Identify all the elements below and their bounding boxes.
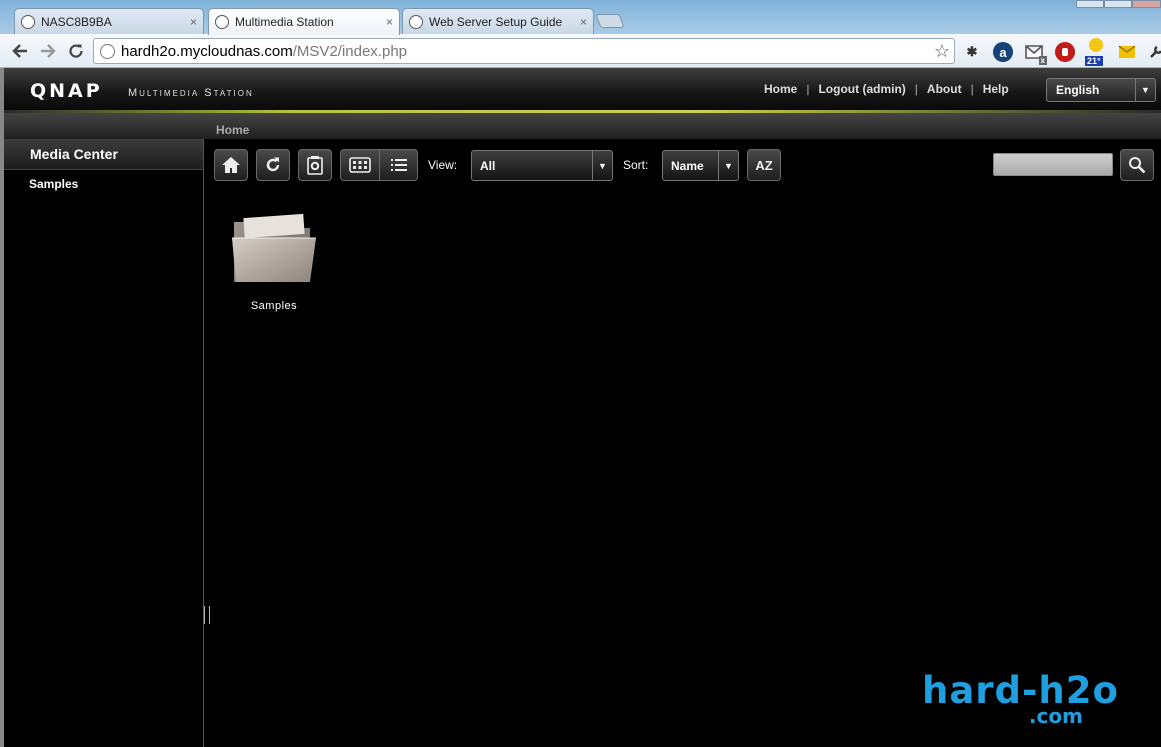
- tab-web-server-guide[interactable]: Web Server Setup Guide ×: [402, 8, 594, 34]
- globe-favicon-icon: [215, 15, 229, 29]
- nav-separator: |: [806, 82, 810, 96]
- minimize-button[interactable]: [1076, 0, 1104, 8]
- language-select[interactable]: English ▼: [1046, 78, 1156, 102]
- gear-document-icon: [307, 156, 323, 175]
- address-bar[interactable]: hardh2o.mycloudnas.com /MSV2/index.php ☆: [93, 38, 955, 64]
- sun-icon: [1089, 38, 1103, 52]
- home-icon: [222, 157, 240, 173]
- nav-separator: |: [970, 82, 974, 96]
- nav-separator: |: [914, 82, 918, 96]
- sort-label: Sort:: [623, 158, 649, 172]
- sidebar-resize-handle[interactable]: [204, 606, 210, 624]
- envelope-extension-icon[interactable]: [1117, 42, 1137, 62]
- sort-select-value: Name: [671, 158, 704, 173]
- tab-close-icon[interactable]: ×: [580, 15, 587, 29]
- back-arrow-icon[interactable]: [8, 39, 32, 63]
- list-view-icon: [390, 159, 407, 171]
- tab-title: Web Server Setup Guide: [429, 14, 563, 29]
- refresh-icon: [266, 157, 280, 172]
- nav-about-link[interactable]: About: [927, 82, 962, 96]
- url-path: /MSV2/index.php: [292, 42, 408, 60]
- sidebar-title: Media Center: [4, 139, 203, 170]
- reload-icon[interactable]: [64, 39, 88, 63]
- bookmark-star-icon[interactable]: ☆: [934, 41, 950, 62]
- window-close-button[interactable]: [1132, 0, 1161, 8]
- folder-icon: [232, 213, 316, 282]
- weather-icon[interactable]: 21°: [1085, 38, 1109, 66]
- chevron-down-icon: ▼: [592, 151, 612, 180]
- tab-close-icon[interactable]: ×: [190, 15, 197, 29]
- search-input[interactable]: [993, 153, 1113, 176]
- settings-button[interactable]: [298, 149, 332, 181]
- globe-favicon-icon: [409, 14, 423, 29]
- refresh-button[interactable]: [256, 149, 290, 181]
- adblock-stop-icon[interactable]: [1055, 42, 1075, 62]
- nav-help-link[interactable]: Help: [983, 82, 1009, 96]
- browser-toolbar: hardh2o.mycloudnas.com /MSV2/index.php ☆…: [0, 34, 1161, 68]
- forward-arrow-icon[interactable]: [36, 39, 60, 63]
- new-tab-button[interactable]: [595, 14, 625, 28]
- view-select-value: All: [480, 158, 496, 173]
- screen: NASC8B9BA × Multimedia Station × Web Ser…: [0, 0, 1161, 747]
- grid-view-icon: [349, 157, 371, 173]
- view-select[interactable]: All ▼: [471, 150, 613, 181]
- mail-checker-icon[interactable]: x: [1024, 42, 1047, 65]
- breadcrumb-bar: Home: [4, 113, 1161, 139]
- chevron-down-icon: ▼: [1135, 79, 1155, 101]
- qnap-logo: QNAP: [30, 80, 103, 102]
- thumbnail-view-button[interactable]: [340, 149, 380, 181]
- folder-label: Samples: [250, 300, 298, 312]
- sort-select[interactable]: Name ▼: [662, 150, 739, 181]
- mail-badge: x: [1038, 56, 1047, 65]
- sort-az-icon: AZ: [755, 157, 773, 173]
- wrench-menu-icon[interactable]: [1146, 42, 1161, 62]
- home-button[interactable]: [214, 149, 248, 181]
- tab-close-icon[interactable]: ×: [386, 15, 393, 29]
- chevron-down-icon: ▼: [718, 151, 738, 180]
- tab-multimedia-station[interactable]: Multimedia Station ×: [208, 8, 400, 35]
- watermark: hard-h2o .com: [922, 672, 1119, 726]
- nav-logout-link[interactable]: Logout (admin): [818, 82, 905, 96]
- page-info-icon[interactable]: [100, 43, 115, 59]
- app-header: QNAP Multimedia Station Home | Logout (a…: [4, 68, 1161, 113]
- search-button[interactable]: [1120, 149, 1154, 181]
- app-title: Multimedia Station: [128, 87, 254, 99]
- weather-temp: 21°: [1085, 56, 1103, 66]
- sort-order-button[interactable]: AZ: [747, 149, 781, 181]
- amazon-extension-icon[interactable]: a: [993, 42, 1013, 62]
- tab-title: NASC8B9BA: [41, 14, 112, 29]
- top-navigation: Home | Logout (admin) | About | Help: [764, 82, 1009, 96]
- qnap-favicon-icon: [21, 14, 35, 29]
- browser-tab-strip: NASC8B9BA × Multimedia Station × Web Ser…: [0, 0, 1161, 35]
- tab-title: Multimedia Station: [235, 15, 334, 29]
- view-label: View:: [428, 158, 458, 172]
- language-value: English: [1056, 83, 1100, 97]
- folder-item-samples[interactable]: Samples: [226, 208, 322, 318]
- tab-nas[interactable]: NASC8B9BA ×: [14, 8, 204, 34]
- sidebar-item-samples[interactable]: Samples: [4, 170, 203, 191]
- search-icon: [1129, 157, 1146, 174]
- sidebar: Media Center Samples: [4, 139, 204, 747]
- nav-home-link[interactable]: Home: [764, 82, 797, 96]
- breadcrumb-home[interactable]: Home: [216, 123, 249, 137]
- watermark-line1: hard-h2o: [922, 669, 1119, 712]
- bug-extension-icon[interactable]: ✱: [962, 42, 982, 62]
- url-host: hardh2o.mycloudnas.com: [121, 42, 293, 60]
- maximize-button[interactable]: [1104, 0, 1132, 8]
- list-view-button[interactable]: [379, 149, 418, 181]
